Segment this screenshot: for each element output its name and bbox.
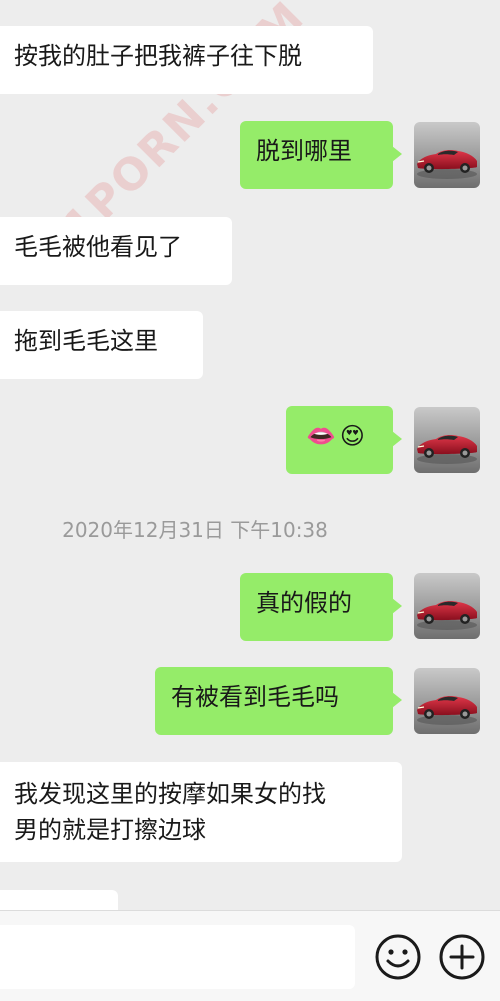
message-bubble-left[interactable]: 拖到毛毛这里 — [0, 311, 203, 379]
plus-circle-icon[interactable] — [436, 931, 488, 983]
car-avatar-icon — [414, 573, 480, 639]
input-bar — [0, 910, 500, 1001]
message-text: 真的假的 — [256, 589, 352, 617]
car-avatar-icon — [414, 407, 480, 473]
message-text-line-1: 我发现这里的按摩如果女的找 — [14, 780, 326, 808]
avatar[interactable] — [414, 407, 480, 473]
message-bubble-left-partial[interactable] — [0, 890, 118, 910]
message-text: 脱到哪里 — [256, 137, 352, 165]
message-bubble-right[interactable]: 真的假的 — [240, 573, 402, 641]
message-bubble-right[interactable]: 👄 😍 — [286, 406, 402, 474]
chat-area[interactable]: 91PORN.COM 91P·1036e 按我的肚子把我裤子往下脱 脱到哪里 毛… — [0, 0, 500, 910]
avatar[interactable] — [414, 122, 480, 188]
message-bubble-left[interactable]: 毛毛被他看见了 — [0, 217, 232, 285]
car-avatar-icon — [414, 668, 480, 734]
lips-icon: 👄 — [306, 422, 336, 450]
car-avatar-icon — [414, 122, 480, 188]
message-text: 按我的肚子把我裤子往下脱 — [14, 42, 302, 70]
message-text: 拖到毛毛这里 — [14, 327, 158, 355]
message-bubble-left[interactable]: 按我的肚子把我裤子往下脱 — [0, 26, 373, 94]
message-input[interactable] — [0, 925, 355, 989]
avatar[interactable] — [414, 573, 480, 639]
message-text: 有被看到毛毛吗 — [171, 683, 339, 711]
heart-eyes-icon: 😍 — [339, 422, 365, 450]
avatar[interactable] — [414, 668, 480, 734]
smiley-face-icon[interactable] — [372, 931, 424, 983]
message-text: 毛毛被他看见了 — [14, 233, 182, 261]
message-bubble-right[interactable]: 有被看到毛毛吗 — [155, 667, 402, 735]
timestamp: 2020年12月31日 下午10:38 — [62, 518, 328, 542]
message-bubble-left[interactable]: 我发现这里的按摩如果女的找 男的就是打擦边球 — [0, 762, 402, 862]
message-text-line-2: 男的就是打擦边球 — [14, 816, 206, 844]
message-bubble-right[interactable]: 脱到哪里 — [240, 121, 402, 189]
